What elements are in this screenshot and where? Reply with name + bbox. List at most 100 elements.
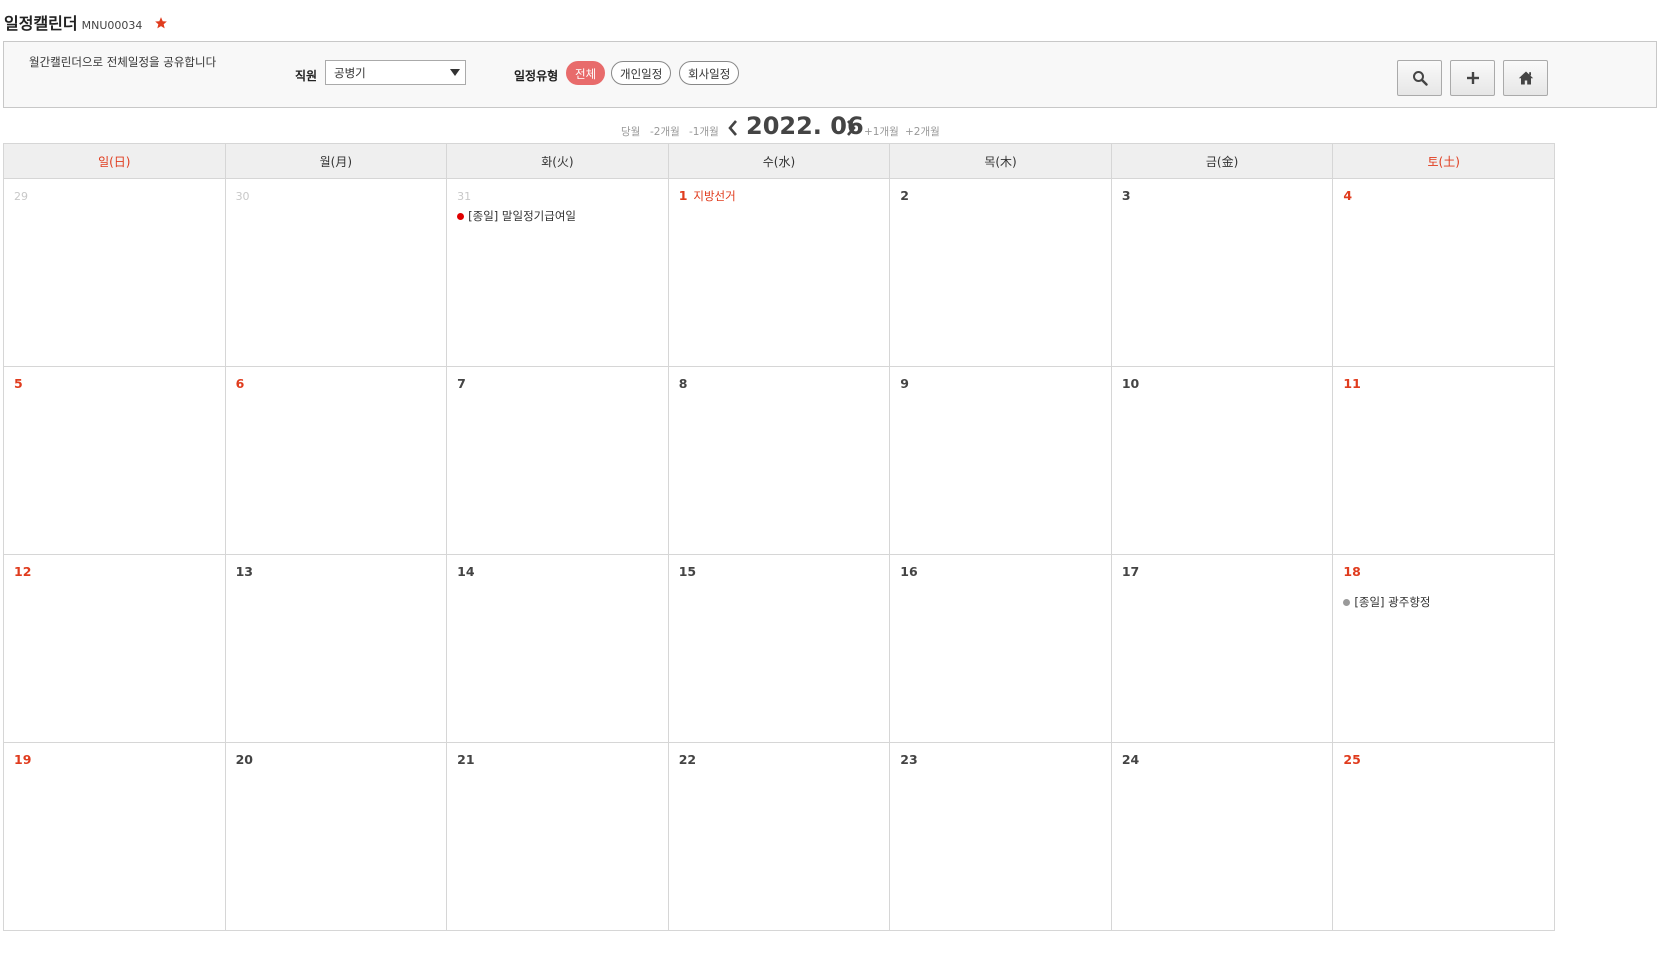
calendar-week-row: 12 13 14 15 16 17 18 [종일] 광주향정 [3,554,1555,743]
calendar-day-cell[interactable]: 23 [889,742,1112,931]
nav-current-month[interactable]: 당월 [621,124,640,139]
menu-code: MNU00034 [81,19,143,32]
weekday-sun: 일(日) [3,143,226,179]
calendar-day-cell[interactable]: 15 [667,554,891,743]
weekday-header-row: 일(日) 월(月) 화(火) 수(水) 목(木) 금(金) 토(土) [3,143,1555,179]
chevron-down-icon [450,69,460,76]
day-number: 13 [235,564,253,579]
calendar-day-cell[interactable]: 14 [446,554,669,743]
calendar-day-cell[interactable]: 9 [889,366,1112,555]
day-number: 19 [14,752,32,767]
calendar-day-cell[interactable]: 25 [1332,742,1555,931]
event-title: [종일] 광주향정 [1354,595,1431,609]
day-number: 12 [14,564,32,579]
day-number: 24 [1121,752,1140,767]
calendar-day-cell[interactable]: 2 [889,178,1112,367]
staff-select[interactable]: 공병기 [325,60,466,85]
nav-minus-2-months[interactable]: -2개월 [650,124,680,139]
weekday-tue: 화(火) [446,143,669,179]
calendar-day-cell[interactable]: 30 [224,178,448,367]
weekday-sat: 토(土) [1332,143,1555,179]
calendar-day-cell[interactable]: 10 [1110,366,1334,555]
nav-plus-2-months[interactable]: +2개월 [905,124,940,139]
nav-plus-1-month[interactable]: +1개월 [864,124,899,139]
chevron-left-icon[interactable] [726,118,740,138]
type-chip-personal[interactable]: 개인일정 [611,61,672,85]
calendar-week-row: 29 30 31 [종일] 말일정기급여일 1 지방선거 2 3 4 [3,178,1555,367]
type-chip-all[interactable]: 전체 [566,61,606,85]
home-button[interactable] [1503,60,1548,96]
calendar-day-cell[interactable]: 31 [종일] 말일정기급여일 [446,178,669,367]
calendar-week-row: 19 20 21 22 23 24 25 [3,742,1555,931]
page-title: 일정캘린더 [4,14,78,33]
add-schedule-button[interactable] [1450,60,1495,96]
nav-minus-1-month[interactable]: -1개월 [689,124,719,139]
day-number: 20 [235,752,253,767]
day-number: 23 [900,752,918,767]
calendar-day-cell[interactable]: 11 [1332,366,1555,555]
schedule-type-label: 일정유형 [514,69,559,83]
calendar-day-cell[interactable]: 22 [667,742,891,931]
calendar-day-cell[interactable]: 6 [224,366,448,555]
calendar-day-cell[interactable]: 8 [667,366,891,555]
calendar-day-cell[interactable]: 3 [1110,178,1334,367]
calendar-day-cell[interactable]: 21 [446,742,669,931]
calendar-day-cell[interactable]: 29 [3,178,226,367]
calendar-day-cell[interactable]: 17 [1110,554,1334,743]
day-number: 11 [1343,376,1361,391]
calendar-event[interactable]: [종일] 광주향정 [1343,594,1544,610]
staff-select-value: 공병기 [334,66,366,80]
day-number: 10 [1121,376,1140,391]
calendar-grid: 일(日) 월(月) 화(火) 수(水) 목(木) 금(金) 토(土) 29 30 3… [3,143,1555,931]
day-number: 14 [457,564,475,579]
day-number: 21 [457,752,475,767]
day-number: 29 [14,190,28,203]
day-number: 5 [14,376,23,391]
weekday-thu: 목(木) [889,143,1112,179]
calendar-day-cell[interactable]: 13 [224,554,448,743]
calendar-day-cell[interactable]: 24 [1110,742,1334,931]
type-chip-company[interactable]: 회사일정 [679,61,740,85]
title-bar: 일정캘린더 MNU00034 [4,10,168,36]
day-number: 22 [678,752,697,767]
calendar-day-cell[interactable]: 7 [446,366,669,555]
holiday-name: 지방선거 [693,189,736,203]
event-dot-icon [1343,598,1351,606]
day-number: 3 [1121,188,1131,203]
day-number: 9 [900,376,909,391]
calendar-day-cell[interactable]: 5 [3,366,226,555]
star-icon[interactable] [154,16,168,30]
month-navigation: 당월 -2개월 -1개월 2022. 06 +1개월 +2개월 [0,112,1560,142]
chevron-right-icon[interactable] [844,118,858,138]
calendar-day-cell[interactable]: 16 [889,554,1112,743]
calendar-day-cell[interactable]: 19 [3,742,226,931]
weekday-fri: 금(金) [1110,143,1334,179]
day-number: 31 [457,190,472,203]
plus-icon [1466,72,1479,84]
day-number: 4 [1343,188,1353,203]
event-dot-icon [457,212,465,220]
calendar-event[interactable]: [종일] 말일정기급여일 [457,208,658,224]
search-button[interactable] [1397,60,1442,96]
calendar-day-cell[interactable]: 12 [3,554,226,743]
day-number: 18 [1343,564,1361,579]
staff-label: 직원 [295,69,318,83]
calendar-day-cell[interactable]: 18 [종일] 광주향정 [1332,554,1555,743]
calendar-week-row: 5 6 7 8 9 10 11 [3,366,1555,555]
filter-panel: 월간캘린더으로 전체일정을 공유합니다 직원 공병기 일정유형 전체 개인일정 … [3,41,1657,108]
calendar-day-cell[interactable]: 4 [1332,178,1555,367]
day-number: 8 [678,376,688,391]
day-number: 30 [235,190,250,203]
day-number: 25 [1343,752,1361,767]
day-number: 7 [457,376,466,391]
calendar-day-cell[interactable]: 1 지방선거 [667,178,891,367]
day-number: 15 [678,564,697,579]
day-number: 2 [900,188,909,203]
day-number: 1 [678,188,688,203]
weekday-wed: 수(水) [667,143,891,179]
calendar-day-cell[interactable]: 20 [224,742,448,931]
search-icon [1412,71,1428,86]
day-number: 6 [235,376,245,391]
event-title: [종일] 말일정기급여일 [468,209,576,223]
weekday-mon: 월(月) [224,143,448,179]
